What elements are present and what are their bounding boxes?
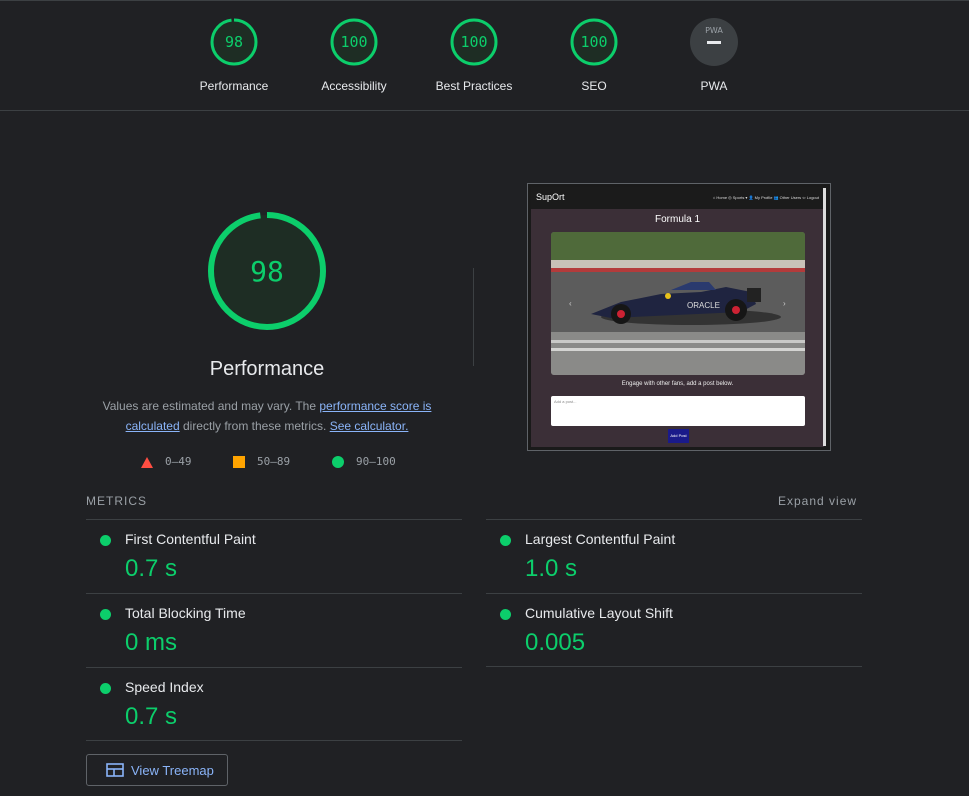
description-text: Values are estimated and may vary. The — [102, 399, 320, 413]
screenshot-caption: Engage with other fans, add a post below… — [621, 381, 734, 387]
legend-range: 50–89 — [257, 455, 291, 468]
metric-value: 0.7 s — [125, 703, 178, 730]
metric-cls: Cumulative Layout Shift 0.005 — [486, 593, 862, 667]
metric-value: 0.005 — [525, 629, 586, 656]
gauge-seo[interactable]: 100 SEO — [534, 17, 654, 107]
metric-tbt: Total Blocking Time 0 ms — [86, 593, 462, 667]
legend-fail: 0–49 — [141, 455, 192, 468]
screenshot-nav-links: ⌂ Home ◎ Sports ▾ 👤 My Profile 👥 Other U… — [712, 195, 819, 200]
metric-name: First Contentful Paint — [125, 531, 256, 547]
pass-circle-icon — [100, 609, 111, 620]
gauge-accessibility[interactable]: 100 Accessibility — [294, 17, 414, 107]
gauge-score: 100 — [460, 33, 487, 51]
gauge-score: 100 — [340, 33, 367, 51]
gauge-ring: 98 — [210, 18, 258, 66]
performance-gauge: 98 — [208, 212, 326, 330]
description-text: directly from these metrics. — [179, 419, 330, 433]
pass-circle-icon — [500, 535, 511, 546]
metric-speed-index: Speed Index 0.7 s — [86, 667, 462, 741]
pass-circle-icon — [500, 609, 511, 620]
triangle-icon — [141, 456, 153, 468]
gauge-pwa[interactable]: PWA PWA — [654, 17, 774, 107]
screenshot-page: SupOrt ⌂ Home ◎ Sports ▾ 👤 My Profile 👥 … — [531, 187, 824, 447]
view-treemap-button[interactable]: View Treemap — [86, 754, 228, 786]
screenshot-navbar: SupOrt ⌂ Home ◎ Sports ▾ 👤 My Profile 👥 … — [531, 187, 824, 209]
car-livery-text: ORACLE — [687, 301, 720, 310]
gauge-label: PWA — [700, 79, 728, 93]
screenshot-post-input: Add a post... — [551, 396, 805, 426]
gauge-label: Performance — [199, 79, 269, 93]
gauge-ring: 100 — [330, 18, 378, 66]
gauge-ring: 100 — [450, 18, 498, 66]
pwa-badge-text: PWA — [705, 26, 723, 35]
divider — [473, 268, 474, 366]
view-treemap-label: View Treemap — [131, 763, 214, 778]
treemap-icon — [106, 763, 124, 777]
screenshot-scrollbar — [823, 188, 826, 446]
metric-lcp: Largest Contentful Paint 1.0 s — [486, 519, 862, 593]
gauge-score: 98 — [225, 33, 243, 51]
screenshot-heading: Formula 1 — [654, 214, 700, 225]
pwa-badge-icon: PWA — [690, 18, 738, 66]
metric-name: Largest Contentful Paint — [525, 531, 676, 547]
screenshot-input-placeholder: Add a post... — [554, 399, 577, 404]
final-screenshot[interactable]: SupOrt ⌂ Home ◎ Sports ▾ 👤 My Profile 👥 … — [527, 183, 831, 451]
expand-view-toggle[interactable]: Expand view — [778, 494, 857, 508]
circle-icon — [332, 456, 344, 468]
race-car-image: ORACLE ‹ › — [551, 232, 805, 375]
gauge-best-practices[interactable]: 100 Best Practices — [414, 17, 534, 107]
race-car-icon: ORACLE ‹ › — [551, 232, 805, 375]
screenshot-add-post-button: Add Post — [668, 429, 689, 443]
svg-text:›: › — [783, 299, 786, 308]
gauge-ring: 100 — [570, 18, 618, 66]
performance-title: Performance — [209, 358, 325, 380]
legend-average: 50–89 — [233, 455, 290, 468]
gauge-label: SEO — [581, 79, 607, 93]
pass-circle-icon — [100, 683, 111, 694]
gauge-label: Best Practices — [435, 79, 513, 93]
screenshot-brand: SupOrt — [536, 192, 565, 202]
see-calculator-link[interactable]: See calculator. — [330, 419, 409, 433]
score-description: Values are estimated and may vary. The p… — [86, 396, 448, 436]
svg-text:‹: ‹ — [569, 299, 572, 308]
metric-fcp: First Contentful Paint 0.7 s — [86, 519, 462, 593]
legend-pass: 90–100 — [332, 455, 396, 468]
metric-name: Cumulative Layout Shift — [525, 605, 673, 621]
divider — [86, 740, 462, 741]
legend-range: 90–100 — [356, 455, 396, 468]
performance-score: 98 — [250, 255, 284, 288]
metric-value: 1.0 s — [525, 555, 578, 582]
gauge-score: 100 — [580, 33, 607, 51]
legend-range: 0–49 — [165, 455, 192, 468]
metrics-heading: METRICS — [86, 494, 147, 508]
metric-name: Speed Index — [125, 679, 204, 695]
square-icon — [233, 456, 245, 468]
divider — [486, 666, 862, 667]
metric-value: 0.7 s — [125, 555, 178, 582]
gauge-label: Accessibility — [321, 79, 387, 93]
metric-name: Total Blocking Time — [125, 605, 246, 621]
metric-value: 0 ms — [125, 629, 178, 656]
gauge-performance[interactable]: 98 Performance — [174, 17, 294, 107]
category-scores-bar: 98 Performance 100 Accessibility 100 Bes… — [0, 0, 969, 111]
pass-circle-icon — [100, 535, 111, 546]
